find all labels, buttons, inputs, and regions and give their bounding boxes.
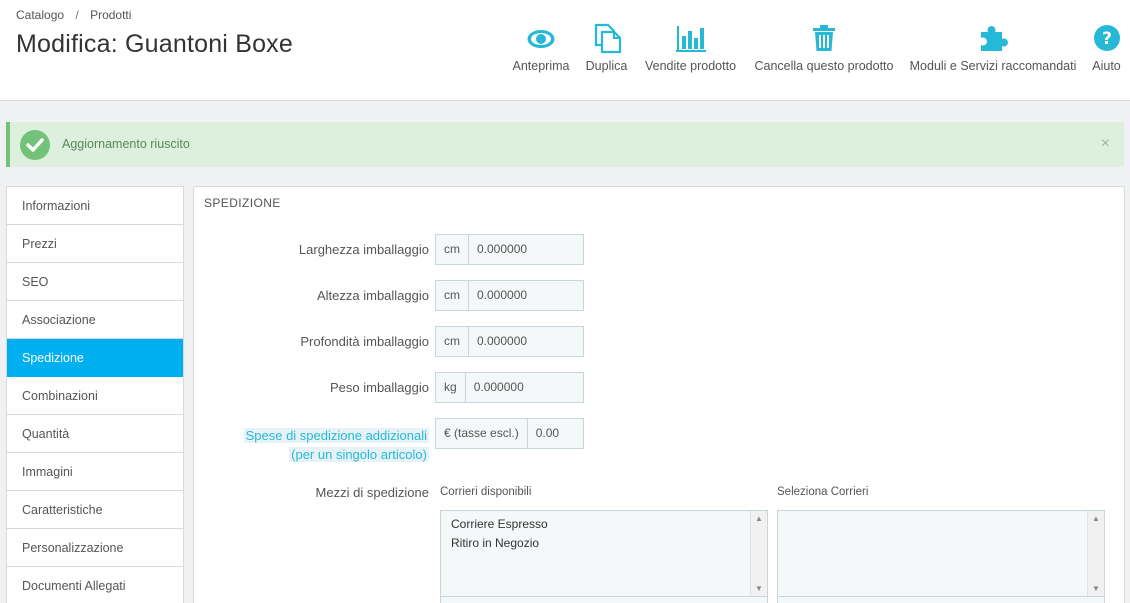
carrier-action-button[interactable] bbox=[777, 596, 1105, 603]
scroll-down-icon[interactable]: ▼ bbox=[1092, 584, 1100, 593]
tab-informazioni[interactable]: Informazioni bbox=[7, 187, 183, 225]
preview-label: Anteprima bbox=[512, 59, 570, 73]
tab-seo[interactable]: SEO bbox=[7, 263, 183, 301]
tab-caratteristiche[interactable]: Caratteristiche bbox=[7, 491, 183, 529]
breadcrumb-products[interactable]: Prodotti bbox=[90, 8, 131, 22]
height-unit: cm bbox=[436, 281, 469, 310]
width-input-group: cm 0.000000 bbox=[435, 234, 584, 265]
sales-label: Vendite prodotto bbox=[644, 59, 737, 73]
success-alert: Aggiornamento riuscito × bbox=[6, 122, 1124, 167]
help-button[interactable]: ? Aiuto bbox=[1089, 22, 1124, 82]
scroll-up-icon[interactable]: ▲ bbox=[1092, 514, 1100, 523]
depth-unit: cm bbox=[436, 327, 469, 356]
duplicate-label: Duplica bbox=[585, 59, 628, 73]
check-icon bbox=[20, 130, 50, 160]
depth-input[interactable]: 0.000000 bbox=[469, 327, 536, 356]
eye-icon bbox=[511, 22, 571, 54]
modules-services-label: Moduli e Servizi raccomandati bbox=[909, 59, 1077, 73]
tab-personalizzazione[interactable]: Personalizzazione bbox=[7, 529, 183, 567]
puzzle-icon bbox=[908, 22, 1078, 54]
carrier-option[interactable]: Ritiro in Negozio bbox=[441, 534, 767, 553]
trash-icon bbox=[752, 22, 896, 54]
page-header: Catalogo / Prodotti Modifica: Guantoni B… bbox=[0, 0, 1130, 101]
delete-product-button[interactable]: Cancella questo prodotto bbox=[752, 22, 896, 82]
tab-combinazioni[interactable]: Combinazioni bbox=[7, 377, 183, 415]
weight-input[interactable]: 0.000000 bbox=[465, 373, 532, 402]
tab-documenti-allegati[interactable]: Documenti Allegati bbox=[7, 567, 183, 603]
help-icon: ? bbox=[1089, 22, 1124, 54]
depth-input-group: cm 0.000000 bbox=[435, 326, 584, 357]
delete-product-label: Cancella questo prodotto bbox=[754, 59, 894, 73]
close-icon[interactable]: × bbox=[1101, 135, 1110, 153]
selected-carriers-title: Seleziona Corrieri bbox=[777, 486, 869, 498]
preview-button[interactable]: Anteprima bbox=[511, 22, 571, 82]
tab-quantita[interactable]: Quantità bbox=[7, 415, 183, 453]
carriers-label: Mezzi di spedizione bbox=[315, 485, 429, 500]
scrollbar[interactable]: ▲ ▼ bbox=[1087, 511, 1104, 596]
copy-icon bbox=[584, 22, 629, 54]
additional-fees-label-line2: (per un singolo articolo) bbox=[289, 447, 429, 462]
carrier-option[interactable]: Corriere Espresso bbox=[441, 515, 767, 534]
height-input[interactable]: 0.000000 bbox=[469, 281, 536, 310]
page-title: Modifica: Guantoni Boxe bbox=[16, 30, 293, 58]
product-tabs: Informazioni Prezzi SEO Associazione Spe… bbox=[6, 186, 184, 603]
duplicate-button[interactable]: Duplica bbox=[584, 22, 629, 82]
width-input[interactable]: 0.000000 bbox=[469, 235, 536, 264]
tab-prezzi[interactable]: Prezzi bbox=[7, 225, 183, 263]
tab-immagini[interactable]: Immagini bbox=[7, 453, 183, 491]
modules-services-button[interactable]: Moduli e Servizi raccomandati bbox=[908, 22, 1078, 82]
bar-chart-icon bbox=[641, 22, 740, 54]
weight-input-group: kg 0.000000 bbox=[435, 372, 584, 403]
carrier-action-button[interactable] bbox=[440, 596, 768, 603]
weight-label: Peso imballaggio bbox=[329, 380, 429, 395]
height-label: Altezza imballaggio bbox=[316, 288, 429, 303]
additional-fees-input[interactable]: 0.00 bbox=[527, 419, 568, 448]
additional-fees-unit: € (tasse escl.) bbox=[436, 419, 528, 448]
breadcrumb: Catalogo / Prodotti bbox=[16, 8, 131, 22]
additional-fees-label-line1: Spese di spedizione addizionali bbox=[243, 428, 429, 443]
tab-spedizione[interactable]: Spedizione bbox=[7, 339, 183, 377]
svg-text:?: ? bbox=[1102, 29, 1112, 49]
selected-carriers-list[interactable]: ▲ ▼ bbox=[777, 510, 1105, 597]
alert-message: Aggiornamento riuscito bbox=[62, 137, 190, 151]
help-label: Aiuto bbox=[1092, 59, 1121, 73]
depth-label: Profondità imballaggio bbox=[300, 334, 429, 349]
breadcrumb-separator: / bbox=[75, 8, 79, 22]
scroll-up-icon[interactable]: ▲ bbox=[755, 514, 763, 523]
width-label: Larghezza imballaggio bbox=[298, 242, 429, 257]
height-input-group: cm 0.000000 bbox=[435, 280, 584, 311]
scroll-down-icon[interactable]: ▼ bbox=[755, 584, 763, 593]
shipping-panel: SPEDIZIONE Larghezza imballaggio cm 0.00… bbox=[193, 186, 1125, 603]
scrollbar[interactable]: ▲ ▼ bbox=[750, 511, 767, 596]
width-unit: cm bbox=[436, 235, 469, 264]
tab-associazione[interactable]: Associazione bbox=[7, 301, 183, 339]
available-carriers-title: Corrieri disponibili bbox=[440, 486, 532, 498]
sales-button[interactable]: Vendite prodotto bbox=[641, 22, 740, 82]
breadcrumb-catalog[interactable]: Catalogo bbox=[16, 8, 64, 22]
weight-unit: kg bbox=[436, 373, 466, 402]
panel-heading: SPEDIZIONE bbox=[204, 196, 281, 210]
additional-fees-input-group: € (tasse escl.) 0.00 bbox=[435, 418, 584, 449]
available-carriers-list[interactable]: Corriere Espresso Ritiro in Negozio ▲ ▼ bbox=[440, 510, 768, 597]
additional-fees-label[interactable]: Spese di spedizione addizionali (per un … bbox=[243, 426, 429, 464]
